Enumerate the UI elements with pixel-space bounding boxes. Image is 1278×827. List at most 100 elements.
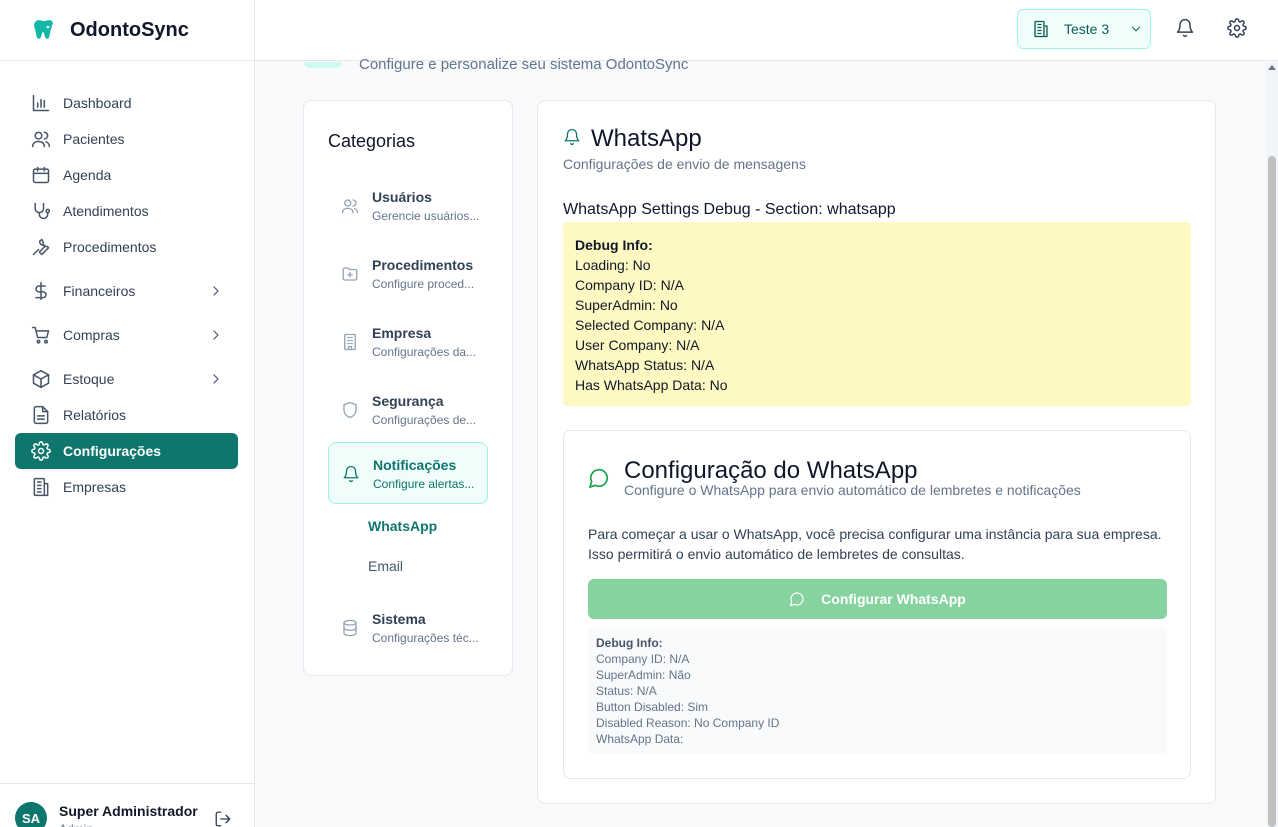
cart-icon <box>31 325 51 345</box>
sidebar-item-label: Procedimentos <box>63 239 157 255</box>
category-desc: Configurações de... <box>372 413 477 427</box>
category-desc: Configurações téc... <box>372 631 479 645</box>
subcategory-email[interactable]: Email <box>368 558 403 574</box>
brand-name: OdontoSync <box>70 18 189 41</box>
sidebar-item-label: Configurações <box>63 443 162 459</box>
debug-line: Company ID: N/A <box>575 277 684 293</box>
debug-title: Debug Info: <box>596 636 663 650</box>
category-label: Usuários <box>372 189 432 205</box>
scroll-up-arrow-icon[interactable] <box>1268 65 1276 70</box>
sidebar-item-estoque[interactable]: Estoque <box>15 361 238 397</box>
sidebar-item-configuracoes[interactable]: Configurações <box>15 433 238 469</box>
sidebar-item-relatorios[interactable]: Relatórios <box>15 397 238 433</box>
sidebar-item-agenda[interactable]: Agenda <box>15 157 238 193</box>
user-name: Super Administrador <box>59 803 198 819</box>
text-line: Para começar a usar o WhatsApp, você pre… <box>588 526 1162 542</box>
configure-whatsapp-button[interactable]: Configurar WhatsApp <box>588 579 1167 619</box>
sidebar-item-label: Dashboard <box>63 95 132 111</box>
category-label: Sistema <box>372 611 426 627</box>
whatsapp-config-subtitle: Configure o WhatsApp para envio automáti… <box>624 482 1081 498</box>
category-procedimentos[interactable]: Procedimentos Configure proced... <box>328 243 488 305</box>
category-sistema[interactable]: Sistema Configurações téc... <box>328 597 488 659</box>
building-icon <box>341 333 359 351</box>
bell-icon <box>563 128 581 146</box>
debug-heading: WhatsApp Settings Debug - Section: whats… <box>563 201 896 218</box>
building-icon <box>1032 20 1050 38</box>
sidebar-item-label: Atendimentos <box>63 203 149 219</box>
debug-line: WhatsApp Status: N/A <box>575 357 715 373</box>
sidebar-nav: Dashboard Pacientes Agenda Atendimentos … <box>15 85 238 505</box>
message-circle-icon <box>588 467 610 489</box>
debug-title: Debug Info: <box>575 237 653 253</box>
scrollbar[interactable] <box>1266 62 1278 827</box>
tooth-icon <box>32 18 56 42</box>
sidebar-item-procedimentos[interactable]: Procedimentos <box>15 229 238 265</box>
sidebar-item-empresas[interactable]: Empresas <box>15 469 238 505</box>
whatsapp-settings-panel: WhatsApp Configurações de envio de mensa… <box>537 100 1216 804</box>
page-header-icon <box>304 62 342 68</box>
sidebar-item-label: Empresas <box>63 479 127 495</box>
sidebar-item-pacientes[interactable]: Pacientes <box>15 121 238 157</box>
scrollbar-thumb[interactable] <box>1268 156 1276 827</box>
chevron-down-icon <box>1129 22 1143 36</box>
button-label: Configurar WhatsApp <box>821 591 966 607</box>
avatar[interactable]: SA <box>15 802 47 827</box>
bell-icon <box>342 465 360 483</box>
sidebar-item-label: Compras <box>63 327 120 343</box>
debug-line: SuperAdmin: Não <box>596 668 691 682</box>
category-usuarios[interactable]: Usuários Gerencie usuários... <box>328 175 488 237</box>
chevron-right-icon <box>208 327 224 343</box>
user-panel: SA Super Administrador Admin <box>0 783 255 827</box>
chart-icon <box>31 93 51 113</box>
debug-line: WhatsApp Data: <box>596 732 684 746</box>
sidebar-item-financeiros[interactable]: Financeiros <box>15 273 238 309</box>
categories-panel: Categorias Usuários Gerencie usuários...… <box>303 100 513 676</box>
page-subtitle: Configure e personalize seu sistema Odon… <box>359 56 689 73</box>
subcategory-whatsapp[interactable]: WhatsApp <box>368 518 437 534</box>
bell-icon[interactable] <box>1175 18 1195 38</box>
category-label: Empresa <box>372 325 432 341</box>
sidebar-item-label: Relatórios <box>63 407 127 423</box>
folder-plus-icon <box>341 265 359 283</box>
category-desc: Gerencie usuários... <box>372 209 480 223</box>
sidebar-item-dashboard[interactable]: Dashboard <box>15 85 238 121</box>
sidebar-item-compras[interactable]: Compras <box>15 317 238 353</box>
company-selector-label: Teste 3 <box>1064 21 1110 37</box>
whatsapp-config-text: Para começar a usar o WhatsApp, você pre… <box>588 524 1168 564</box>
company-selector[interactable]: Teste 3 <box>1017 9 1151 49</box>
categories-title: Categorias <box>328 131 416 151</box>
shield-icon <box>341 401 359 419</box>
logout-icon[interactable] <box>214 810 232 827</box>
category-label: Segurança <box>372 393 444 409</box>
wrench-icon <box>31 237 51 257</box>
whatsapp-config-card: Configuração do WhatsApp Configure o Wha… <box>563 430 1191 779</box>
file-icon <box>31 405 51 425</box>
sidebar-item-label: Estoque <box>63 371 115 387</box>
debug-line: User Company: N/A <box>575 337 700 353</box>
sidebar-item-atendimentos[interactable]: Atendimentos <box>15 193 238 229</box>
debug-line: Button Disabled: Sim <box>596 700 709 714</box>
debug-line: Has WhatsApp Data: No <box>575 377 728 393</box>
debug-line: Status: N/A <box>596 684 657 698</box>
whatsapp-debug-box: Debug Info: Company ID: N/A SuperAdmin: … <box>588 627 1167 754</box>
category-desc: Configure alertas... <box>373 477 475 491</box>
text-line: Isso permitirá o envio automático de lem… <box>588 546 965 562</box>
chevron-right-icon <box>208 371 224 387</box>
debug-line: SuperAdmin: No <box>575 297 678 313</box>
gear-icon[interactable] <box>1227 18 1247 38</box>
gear-icon <box>31 441 51 461</box>
building-icon <box>31 477 51 497</box>
chevron-right-icon <box>208 283 224 299</box>
category-empresa[interactable]: Empresa Configurações da... <box>328 311 488 373</box>
users-icon <box>31 129 51 149</box>
debug-line: Company ID: N/A <box>596 652 690 666</box>
stethoscope-icon <box>31 201 51 221</box>
dollar-icon <box>31 281 51 301</box>
sidebar-item-label: Agenda <box>63 167 112 183</box>
calendar-icon <box>31 165 51 185</box>
category-notificacoes[interactable]: Notificações Configure alertas... <box>328 442 488 504</box>
top-header: Teste 3 <box>255 0 1278 61</box>
brand[interactable]: OdontoSync <box>0 0 254 61</box>
sidebar-item-label: Pacientes <box>63 131 125 147</box>
category-seguranca[interactable]: Segurança Configurações de... <box>328 379 488 441</box>
